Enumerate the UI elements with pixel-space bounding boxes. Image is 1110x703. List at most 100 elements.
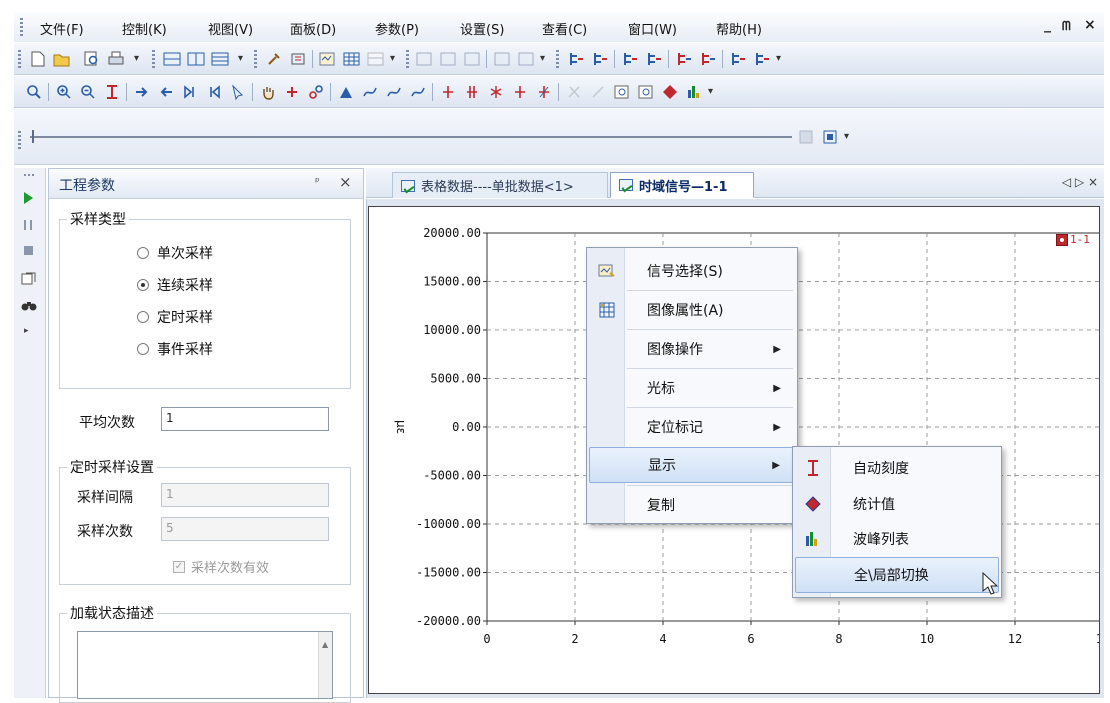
arrow-left-icon[interactable] [156, 82, 176, 102]
toolbar-overflow-icon[interactable]: ▾ [776, 53, 781, 64]
menu-panel[interactable]: 面板(D) [290, 19, 336, 38]
menu-item-image-operations[interactable]: 图像操作 ▶ [589, 331, 795, 367]
toolbar-overflow-icon[interactable]: ▾ [134, 53, 139, 64]
menu-item-global-local-toggle[interactable]: 全\局部切换 [795, 557, 999, 593]
radio-continuous-sample[interactable]: 连续采样 [137, 275, 213, 295]
print-preview-icon[interactable] [82, 49, 102, 69]
strip-grip[interactable] [24, 174, 34, 176]
open-folder-icon[interactable] [52, 49, 72, 69]
pan-hand-icon[interactable] [258, 82, 278, 102]
channel-move-1-icon[interactable] [566, 49, 586, 69]
new-file-icon[interactable] [28, 49, 48, 69]
print-icon[interactable] [106, 49, 126, 69]
expand-icon[interactable]: ▸ [24, 326, 29, 336]
tools-icon[interactable] [264, 49, 284, 69]
menu-item-copy[interactable]: 复制 [589, 487, 795, 523]
toolbar-overflow-icon[interactable]: ▾ [540, 53, 545, 64]
menu-item-statistics[interactable]: 统计值 [795, 486, 999, 522]
menu-item-image-properties[interactable]: 图像属性(A) [589, 292, 795, 328]
channel-move-6-icon[interactable] [698, 49, 718, 69]
properties-icon[interactable] [21, 270, 37, 290]
toolbar-overflow-icon[interactable]: ▾ [708, 86, 713, 97]
avg-count-input[interactable]: 1 [161, 407, 329, 431]
window-3-icon[interactable] [462, 49, 482, 69]
pin-icon[interactable]: ᵖ [315, 175, 320, 188]
refresh-2-icon[interactable] [636, 82, 656, 102]
table-view-icon[interactable] [342, 49, 362, 69]
toolbar-grip[interactable] [254, 50, 257, 68]
restore-button[interactable]: ᗰ [1062, 19, 1071, 34]
radio-button[interactable] [137, 343, 149, 355]
count-valid-checkbox[interactable]: ✓ 采样次数有效 [173, 557, 269, 576]
curve-3-icon[interactable] [408, 82, 428, 102]
menu-item-auto-scale[interactable]: 自动刻度 [795, 450, 999, 486]
prev-end-icon[interactable] [204, 82, 224, 102]
toolbar-grip[interactable] [556, 50, 559, 68]
layout-grid-icon[interactable] [210, 49, 230, 69]
signal-select-icon[interactable] [318, 49, 338, 69]
menu-item-signal-select[interactable]: 信号选择(S) [589, 253, 795, 289]
marker-2-icon[interactable] [462, 82, 482, 102]
play-icon[interactable] [24, 192, 33, 204]
next-end-icon[interactable] [180, 82, 200, 102]
sample-count-input[interactable]: 5 [161, 517, 329, 541]
peak-marker-icon[interactable] [336, 82, 356, 102]
close-button[interactable]: × [1084, 17, 1096, 33]
layout-horizontal-icon[interactable] [162, 49, 182, 69]
panel-toggle-1-icon[interactable] [796, 127, 816, 147]
channel-move-5-icon[interactable] [674, 49, 694, 69]
toolbar-overflow-icon[interactable]: ▾ [238, 53, 243, 64]
menu-item-position-marker[interactable]: 定位标记 ▶ [589, 409, 795, 445]
menu-view[interactable]: 视图(V) [208, 19, 253, 38]
radio-button-selected[interactable] [137, 279, 149, 291]
channel-move-7-icon[interactable] [728, 49, 748, 69]
marker-4-icon[interactable] [510, 82, 530, 102]
tab-nav-controls[interactable]: ◁ ▷ × [1062, 175, 1098, 189]
panel-toggle-2-icon[interactable] [820, 127, 840, 147]
load-desc-textarea[interactable]: ▲ [77, 631, 333, 699]
time-slider-handle[interactable] [32, 130, 34, 143]
window-5-icon[interactable] [516, 49, 536, 69]
time-slider-track[interactable] [30, 136, 792, 138]
checkbox-check-icon[interactable]: ✓ [173, 560, 185, 573]
arrow-right-icon[interactable] [132, 82, 152, 102]
interval-input[interactable]: 1 [161, 483, 329, 507]
link-icon[interactable] [306, 82, 326, 102]
window-4-icon[interactable] [492, 49, 512, 69]
radio-timed-sample[interactable]: 定时采样 [137, 307, 213, 327]
crosshair-icon[interactable] [282, 82, 302, 102]
tab-table-data[interactable]: 表格数据----单批数据<1> [392, 172, 608, 198]
menu-window[interactable]: 窗口(W) [628, 19, 677, 38]
menu-check[interactable]: 查看(C) [542, 19, 587, 38]
channel-move-2-icon[interactable] [590, 49, 610, 69]
marker-5-icon[interactable] [534, 82, 554, 102]
tab-time-signal[interactable]: 时域信号—1-1 [610, 172, 754, 198]
zoom-in-icon[interactable] [54, 82, 74, 102]
channel-move-8-icon[interactable] [752, 49, 772, 69]
toolbar-grip[interactable] [18, 50, 21, 68]
marker-3-icon[interactable] [486, 82, 506, 102]
panel-close-icon[interactable]: × [339, 173, 352, 191]
channel-move-4-icon[interactable] [644, 49, 664, 69]
menu-help[interactable]: 帮助(H) [716, 19, 762, 38]
menu-params[interactable]: 参数(P) [375, 19, 419, 38]
statistics-diamond-icon[interactable] [660, 82, 680, 102]
binoculars-icon[interactable] [21, 298, 37, 316]
toolbar-grip[interactable] [18, 131, 21, 149]
layout-vertical-icon[interactable] [186, 49, 206, 69]
peak-list-icon[interactable] [684, 82, 704, 102]
menu-control[interactable]: 控制(K) [122, 19, 167, 38]
menu-item-cursor[interactable]: 光标 ▶ [589, 370, 795, 406]
scroll-up-icon[interactable]: ▲ [322, 640, 328, 649]
zoom-out-icon[interactable] [78, 82, 98, 102]
curve-1-icon[interactable] [360, 82, 380, 102]
menubar-grip[interactable] [20, 18, 23, 36]
toolbar-grip[interactable] [152, 50, 155, 68]
menu-settings[interactable]: 设置(S) [460, 19, 504, 38]
window-1-icon[interactable] [414, 49, 434, 69]
cursor-icon[interactable] [228, 82, 248, 102]
menu-item-display[interactable]: 显示 ▶ [589, 447, 795, 483]
pause-icon[interactable] [24, 220, 32, 230]
toolbar-overflow-icon[interactable]: ▾ [844, 131, 849, 142]
channel-move-3-icon[interactable] [620, 49, 640, 69]
